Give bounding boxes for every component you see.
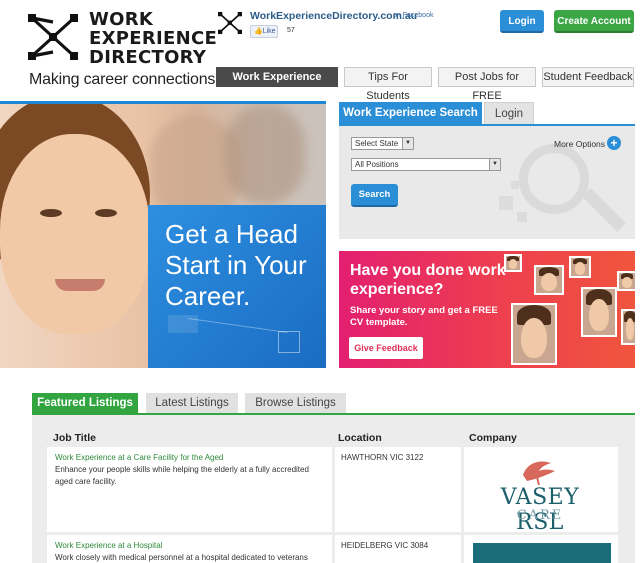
hero-decor-line bbox=[188, 318, 288, 333]
feedback-promo-banner: Have you done work experience? Share you… bbox=[339, 251, 635, 368]
facebook-page-logo-icon bbox=[218, 11, 242, 35]
job-location: HAWTHORN VIC 3122 bbox=[341, 453, 424, 462]
tab-latest-listings[interactable]: Latest Listings bbox=[146, 393, 238, 413]
state-select[interactable]: Select State ▼ bbox=[351, 137, 414, 150]
hero-headline: Get a Head Start in Your Career. bbox=[165, 219, 307, 311]
job-location: HEIDELBERG VIC 3084 bbox=[341, 541, 429, 550]
company-logo-subtitle: CARE bbox=[516, 508, 564, 523]
hero-decor-square bbox=[278, 331, 300, 353]
give-feedback-button[interactable]: Give Feedback bbox=[349, 337, 423, 359]
promo-title: Have you done work experience? bbox=[350, 262, 506, 298]
facebook-like-button[interactable]: 👍Like bbox=[250, 25, 278, 38]
company-logo[interactable] bbox=[473, 543, 611, 563]
login-button[interactable]: Login bbox=[500, 10, 544, 33]
state-select-value: Select State bbox=[355, 139, 399, 148]
search-panel: Select State ▼ All Positions ▼ More Opti… bbox=[339, 126, 635, 239]
hero-decor-square bbox=[168, 315, 198, 333]
plus-icon[interactable]: + bbox=[607, 136, 621, 150]
facebook-on-label[interactable]: on Facebook bbox=[393, 12, 433, 19]
thumbs-up-icon: 👍 bbox=[254, 28, 263, 35]
student-photo bbox=[504, 254, 522, 272]
nav-tab-post-jobs[interactable]: Post Jobs for FREE bbox=[438, 67, 536, 102]
tab-work-experience-search[interactable]: Work Experience Search bbox=[339, 102, 482, 124]
create-account-button[interactable]: Create Account bbox=[554, 10, 634, 33]
tab-login[interactable]: Login bbox=[484, 102, 534, 124]
facebook-like-count: 57 bbox=[287, 27, 295, 34]
logo-line-1: WORK bbox=[89, 9, 154, 30]
positions-select[interactable]: All Positions ▼ bbox=[351, 158, 501, 171]
student-photo bbox=[511, 303, 557, 365]
nav-tab-student-feedback[interactable]: Student Feedback bbox=[542, 67, 634, 87]
decor-square bbox=[499, 196, 513, 210]
job-title-link[interactable]: Work Experience at a Care Facility for t… bbox=[55, 453, 223, 462]
student-photo bbox=[621, 309, 635, 345]
job-title-link[interactable]: Work Experience at a Hospital bbox=[55, 541, 162, 550]
hero-portrait-face bbox=[0, 134, 150, 334]
student-photo bbox=[581, 287, 617, 337]
bird-emblem-icon bbox=[523, 461, 555, 485]
company-logo-vasey-rsl-care[interactable]: VASEY RSL CARE bbox=[470, 455, 610, 535]
hero-background-person bbox=[225, 104, 305, 204]
student-photo bbox=[534, 265, 564, 295]
column-header-location: Location bbox=[338, 432, 382, 444]
promo-subtitle: Share your story and get a FREE CV templ… bbox=[350, 305, 498, 328]
logo-network-icon bbox=[28, 14, 78, 60]
positions-select-value: All Positions bbox=[355, 160, 399, 169]
hero-headline-panel: Get a Head Start in Your Career. bbox=[148, 205, 326, 368]
facebook-like-label: Like bbox=[262, 28, 276, 35]
hero-banner: Get a Head Start in Your Career. bbox=[0, 104, 326, 368]
search-button[interactable]: Search bbox=[351, 184, 398, 207]
tab-browse-listings[interactable]: Browse Listings bbox=[245, 393, 346, 413]
job-description: Enhance your people skills while helping… bbox=[55, 465, 309, 486]
nav-tab-tips-for-students[interactable]: Tips For Students bbox=[344, 67, 432, 102]
chevron-down-icon: ▼ bbox=[489, 159, 500, 170]
job-description: Work closely with medical personnel at a… bbox=[55, 553, 308, 562]
decor-square bbox=[511, 181, 519, 189]
tagline: Making career connections. bbox=[29, 71, 220, 88]
hero-portrait-smile bbox=[55, 279, 105, 291]
logo-line-2: EXPERIENCE bbox=[89, 28, 218, 49]
tab-featured-listings[interactable]: Featured Listings bbox=[32, 393, 138, 413]
student-photo bbox=[617, 271, 635, 291]
logo-line-3: DIRECTORY bbox=[89, 47, 207, 68]
column-header-company: Company bbox=[469, 432, 517, 444]
column-header-job-title: Job Title bbox=[53, 432, 96, 444]
more-options-link[interactable]: More Options bbox=[554, 139, 605, 149]
chevron-down-icon: ▼ bbox=[402, 138, 413, 149]
student-photo bbox=[569, 256, 591, 278]
magnifier-decor-icon bbox=[519, 144, 589, 214]
hero-portrait-eye bbox=[95, 209, 117, 217]
magnifier-handle-decor bbox=[582, 188, 626, 232]
nav-tab-work-experience-search[interactable]: Work Experience Search bbox=[216, 67, 338, 102]
decor-square bbox=[517, 212, 527, 222]
logo-wordmark[interactable]: WORK EXPERIENCE DIRECTORY bbox=[89, 10, 217, 67]
hero-portrait-eye bbox=[40, 209, 62, 217]
